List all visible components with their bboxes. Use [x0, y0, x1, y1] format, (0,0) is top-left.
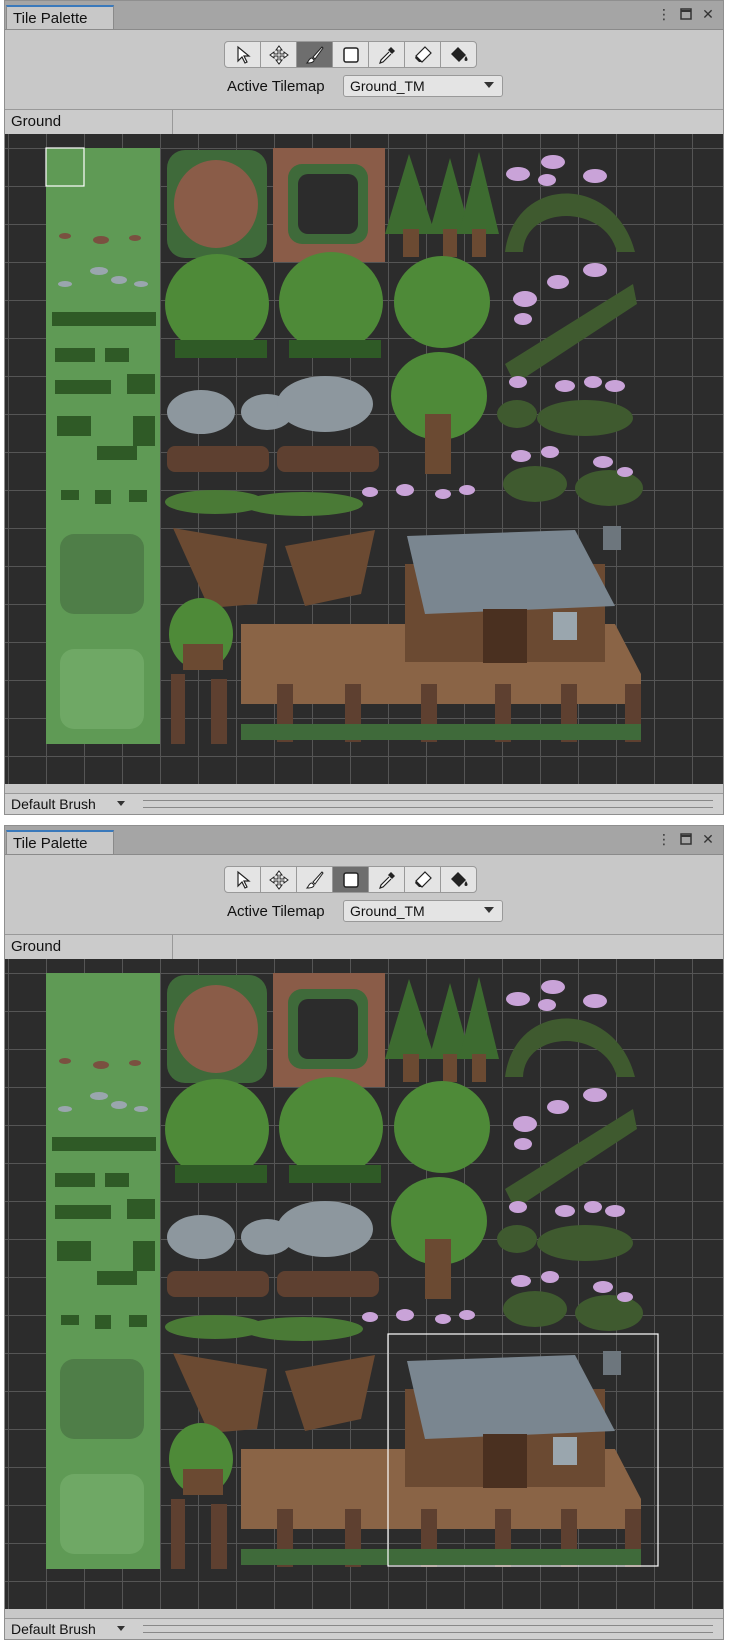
select-icon [236, 45, 251, 64]
tab-bar: Tile Palette ⋮ ✕ [5, 826, 723, 855]
maximize-icon[interactable] [679, 7, 693, 21]
tile-artwork [46, 973, 659, 1569]
close-icon[interactable]: ✕ [701, 6, 715, 22]
move-icon [268, 869, 289, 890]
splitter-handle[interactable] [143, 1625, 713, 1633]
brush-dropdown[interactable]: Default Brush [7, 1620, 131, 1638]
move-tool-button[interactable] [260, 866, 297, 893]
more-options-icon[interactable]: ⋮ [657, 6, 671, 22]
brush-bar: Default Brush [5, 793, 723, 814]
tab-tile-palette[interactable]: Tile Palette [6, 5, 114, 29]
eraser-icon [414, 870, 432, 888]
tile-grid-canvas[interactable] [5, 134, 723, 784]
move-tool-button[interactable] [260, 41, 297, 68]
fill-tool-button[interactable] [440, 866, 477, 893]
tool-strip [224, 866, 477, 893]
chevron-down-icon [117, 1626, 125, 1631]
fill-tool-button[interactable] [440, 41, 477, 68]
tile-palette-window-1: Tile Palette ⋮ ✕ Active Tilemap Ground_T… [4, 0, 724, 815]
eraser-tool-button[interactable] [404, 866, 441, 893]
chevron-down-icon [484, 907, 494, 913]
box-fill-tool-button[interactable] [332, 41, 369, 68]
paint-brush-icon [305, 45, 324, 64]
palette-dropdown[interactable]: Ground [5, 935, 173, 959]
tile-grid-canvas[interactable] [5, 959, 723, 1609]
paint-tool-button[interactable] [296, 41, 333, 68]
tile-palette-window-2: Tile Palette ⋮ ✕ Active Tilemap Ground_T… [4, 825, 724, 1640]
more-options-icon[interactable]: ⋮ [657, 831, 671, 847]
tab-tile-palette[interactable]: Tile Palette [6, 830, 114, 854]
active-tilemap-dropdown[interactable]: Ground_TM [343, 75, 503, 97]
active-tilemap-dropdown[interactable]: Ground_TM [343, 900, 503, 922]
palette-selector-bar: Ground [5, 934, 723, 960]
move-icon [268, 44, 289, 65]
picker-icon [378, 46, 395, 64]
picker-icon [378, 871, 395, 889]
chevron-down-icon [117, 801, 125, 806]
palette-selector-bar: Ground [5, 109, 723, 135]
tile-artwork [45, 147, 643, 744]
palette-dropdown[interactable]: Ground [5, 110, 173, 134]
active-tilemap-label: Active Tilemap [227, 77, 325, 95]
box-fill-icon [342, 871, 359, 888]
active-tilemap-label: Active Tilemap [227, 902, 325, 920]
tool-strip [224, 41, 477, 68]
fill-bucket-icon [450, 46, 467, 62]
box-fill-icon [342, 46, 359, 63]
close-icon[interactable]: ✕ [701, 831, 715, 847]
paint-tool-button[interactable] [296, 866, 333, 893]
eraser-tool-button[interactable] [404, 41, 441, 68]
select-icon [236, 870, 251, 889]
tab-bar: Tile Palette ⋮ ✕ [5, 1, 723, 30]
paint-brush-icon [305, 870, 324, 889]
chevron-down-icon [484, 82, 494, 88]
select-tool-button[interactable] [224, 41, 261, 68]
brush-dropdown[interactable]: Default Brush [7, 795, 131, 813]
select-tool-button[interactable] [224, 866, 261, 893]
brush-bar: Default Brush [5, 1618, 723, 1639]
eraser-icon [414, 45, 432, 63]
fill-bucket-icon [450, 871, 467, 887]
picker-tool-button[interactable] [368, 866, 405, 893]
picker-tool-button[interactable] [368, 41, 405, 68]
maximize-icon[interactable] [679, 832, 693, 846]
splitter-handle[interactable] [143, 800, 713, 808]
box-fill-tool-button[interactable] [332, 866, 369, 893]
